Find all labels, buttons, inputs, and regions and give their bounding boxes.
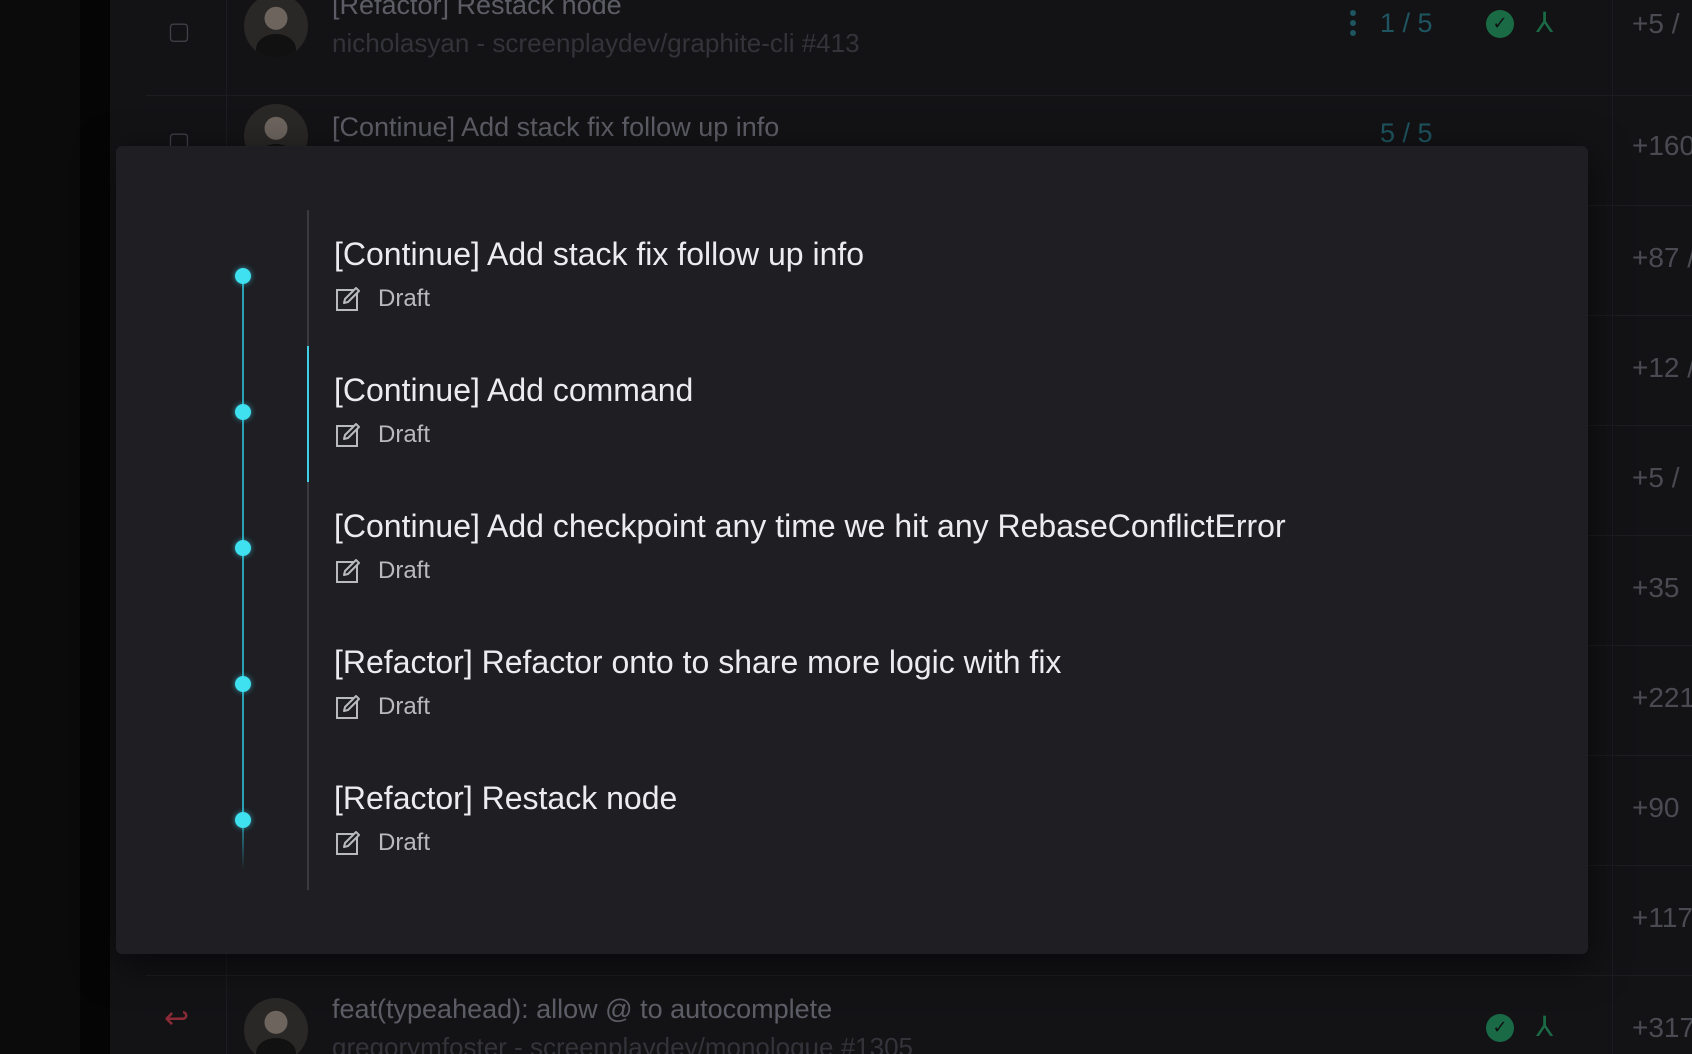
pr-row[interactable]: ▢ [Refactor] Restack node nicholasyan - … bbox=[146, 0, 1692, 96]
stack-item-status: Draft bbox=[334, 420, 430, 450]
left-rail-divider bbox=[80, 0, 110, 1054]
stack-dots-icon bbox=[1350, 10, 1358, 40]
status-label: Draft bbox=[378, 285, 431, 312]
status-label: Draft bbox=[378, 693, 431, 720]
merge-icon: ⅄ bbox=[1536, 6, 1554, 39]
edit-icon bbox=[336, 559, 360, 583]
stack-item-status: Draft bbox=[334, 556, 430, 586]
diff-stat: +5 / bbox=[1632, 462, 1680, 493]
stack-node-dot bbox=[235, 676, 251, 692]
merge-icon: ⅄ bbox=[1536, 1010, 1554, 1043]
pr-subtitle: gregorymfoster - screenplaydev/monologue… bbox=[332, 1032, 914, 1054]
edit-icon bbox=[336, 831, 360, 855]
diff-stat: +160 bbox=[1632, 130, 1692, 161]
stack-timeline bbox=[242, 270, 244, 870]
check-icon: ✓ bbox=[1486, 1014, 1514, 1042]
stack-position: 1 / 5 bbox=[1380, 8, 1433, 38]
stack-item-status: Draft bbox=[334, 828, 430, 858]
avatar bbox=[244, 998, 308, 1054]
diff-stat: +87 / bbox=[1632, 242, 1692, 273]
stack-item[interactable]: [Continue] Add checkpoint any time we hi… bbox=[334, 508, 1534, 628]
status-label: Draft bbox=[378, 421, 431, 448]
left-rail bbox=[0, 0, 80, 1054]
pr-subtitle: nicholasyan - screenplaydev/graphite-cli… bbox=[332, 28, 860, 58]
stack-node-dot bbox=[235, 268, 251, 284]
stack-item-title: [Refactor] Refactor onto to share more l… bbox=[334, 644, 1062, 680]
clipboard-icon: ▢ bbox=[167, 17, 191, 45]
stack-item[interactable]: [Continue] Add stack fix follow up info … bbox=[334, 236, 1534, 356]
diff-stat: +5 / bbox=[1632, 8, 1680, 39]
return-arrow-icon: ↩ bbox=[164, 1001, 190, 1036]
stack-item-title: [Refactor] Restack node bbox=[334, 780, 678, 816]
diff-stat: +12 / bbox=[1632, 352, 1692, 383]
check-icon: ✓ bbox=[1486, 10, 1514, 38]
app-root: ▢ [Refactor] Restack node nicholasyan - … bbox=[0, 0, 1692, 1054]
stack-position: 5 / 5 bbox=[1380, 118, 1433, 148]
stack-item[interactable]: [Refactor] Restack node Draft bbox=[334, 780, 1534, 900]
stack-item-title: [Continue] Add command bbox=[334, 372, 694, 408]
stack-divider bbox=[307, 210, 309, 890]
active-indicator bbox=[307, 346, 309, 482]
stack-node-dot bbox=[235, 812, 251, 828]
avatar bbox=[244, 0, 308, 58]
stack-item-title: [Continue] Add checkpoint any time we hi… bbox=[334, 508, 1286, 544]
status-label: Draft bbox=[378, 557, 431, 584]
pr-title: [Continue] Add stack fix follow up info bbox=[332, 112, 780, 142]
stack-node-dot bbox=[235, 404, 251, 420]
stack-modal: [Continue] Add stack fix follow up info … bbox=[116, 146, 1588, 954]
edit-icon bbox=[336, 423, 360, 447]
diff-stat: +317 bbox=[1632, 1012, 1692, 1043]
diff-stat: +90 bbox=[1632, 792, 1680, 823]
stack-item[interactable]: [Refactor] Refactor onto to share more l… bbox=[334, 644, 1534, 764]
diff-stat: +221 bbox=[1632, 682, 1692, 713]
diff-stat: +35 bbox=[1632, 572, 1680, 603]
pr-title: feat(typeahead): allow @ to autocomplete bbox=[332, 994, 833, 1024]
stack-item-title: [Continue] Add stack fix follow up info bbox=[334, 236, 865, 272]
pr-row[interactable]: ↩ feat(typeahead): allow @ to autocomple… bbox=[146, 976, 1692, 1054]
edit-icon bbox=[336, 287, 360, 311]
pr-title: [Refactor] Restack node bbox=[332, 0, 622, 20]
stack-item[interactable]: [Continue] Add command Draft bbox=[334, 372, 1534, 492]
edit-icon bbox=[336, 695, 360, 719]
diff-stat: +117 bbox=[1632, 902, 1692, 933]
stack-node-dot bbox=[235, 540, 251, 556]
stack-item-status: Draft bbox=[334, 284, 430, 314]
status-label: Draft bbox=[378, 829, 431, 856]
stack-item-status: Draft bbox=[334, 692, 430, 722]
